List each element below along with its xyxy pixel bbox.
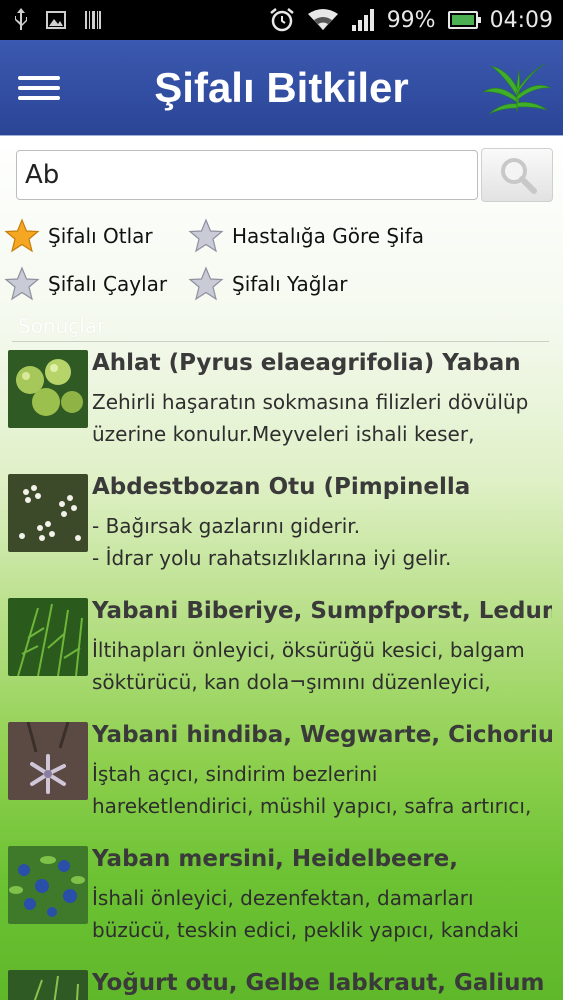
result-title: Abdestbozan Otu (Pimpinella [92, 474, 471, 500]
category-label: Şifalı Otlar [48, 224, 153, 248]
divider [12, 341, 549, 342]
alarm-icon [269, 8, 294, 32]
list-item[interactable]: Yoğurt otu, Gelbe labkraut, Galium [8, 966, 553, 1000]
barcode-icon [85, 11, 101, 29]
yabani-biberiye-thumbnail [8, 598, 88, 676]
status-bar: 99% 04:09 [0, 0, 563, 40]
list-item[interactable]: Yaban mersini, Heidelbeere, İshali önley… [8, 842, 553, 952]
category-sifali-caylar[interactable]: Şifalı Çaylar [4, 266, 167, 302]
result-title: Ahlat (Pyrus elaeagrifolia) Yaban [92, 350, 521, 376]
battery-icon [447, 11, 481, 29]
result-description: - Bağırsak gazlarını giderir. - İdrar yo… [92, 514, 452, 570]
yogurt-otu-thumbnail [8, 970, 88, 1000]
result-description: İltihapları önleyici, öksürüğü kesici, b… [92, 638, 525, 694]
star-icon-selected [4, 218, 40, 253]
category-hastaliga-gore-sifa[interactable]: Hastalığa Göre Şifa [188, 218, 424, 254]
category-sifali-otlar[interactable]: Şifalı Otlar [4, 218, 153, 254]
category-label: Şifalı Yağlar [232, 272, 348, 296]
battery-percent: 99% [386, 7, 436, 33]
list-item[interactable]: Yabani hindiba, Wegwarte, Cichorium İşta… [8, 718, 553, 828]
signal-icon [351, 9, 374, 31]
star-icon [4, 266, 40, 301]
results-label: Sonuçlar [18, 314, 106, 338]
list-item[interactable]: Ahlat (Pyrus elaeagrifolia) Yaban Zehirl… [8, 346, 553, 456]
category-label: Şifalı Çaylar [48, 272, 168, 296]
clock: 04:09 [489, 7, 553, 33]
star-icon [188, 218, 224, 253]
wifi-icon [307, 9, 338, 30]
result-title: Yabani Biberiye, Sumpfporst, Ledum [92, 598, 552, 624]
result-description: Zehirli haşaratın sokmasına filizleri dö… [92, 390, 529, 446]
ahlat-thumbnail [8, 350, 88, 428]
result-title: Yoğurt otu, Gelbe labkraut, Galium [92, 970, 545, 996]
plant-logo [482, 63, 552, 115]
result-title: Yaban mersini, Heidelbeere, [92, 846, 458, 872]
main-content: Ab Şifalı Otlar Hastalığa Göre Şifa Şifa… [0, 136, 563, 1000]
search-input[interactable]: Ab [16, 150, 478, 200]
category-label: Hastalığa Göre Şifa [232, 224, 424, 248]
magnifier-icon [501, 158, 537, 194]
category-sifali-yaglar[interactable]: Şifalı Yağlar [188, 266, 347, 302]
list-item[interactable]: Yabani Biberiye, Sumpfporst, Ledum İltih… [8, 594, 553, 704]
list-item[interactable]: Abdestbozan Otu (Pimpinella - Bağırsak g… [8, 470, 553, 580]
yaban-mersini-thumbnail [8, 846, 88, 924]
result-title: Yabani hindiba, Wegwarte, Cichorium [92, 722, 552, 748]
star-icon [188, 266, 224, 301]
yabani-hindiba-thumbnail [8, 722, 88, 800]
image-icon [46, 11, 66, 29]
result-description: İştah açıcı, sindirim bezlerini hareketl… [92, 762, 532, 818]
abdestbozan-thumbnail [8, 474, 88, 552]
status-bar-left [14, 8, 102, 32]
usb-icon [15, 8, 27, 30]
search-button[interactable] [481, 148, 553, 202]
app-bar: Şifalı Bitkiler [0, 40, 563, 137]
status-bar-right: 99% 04:09 [269, 6, 553, 34]
result-description: İshali önleyici, dezenfektan, damarları … [92, 886, 519, 942]
